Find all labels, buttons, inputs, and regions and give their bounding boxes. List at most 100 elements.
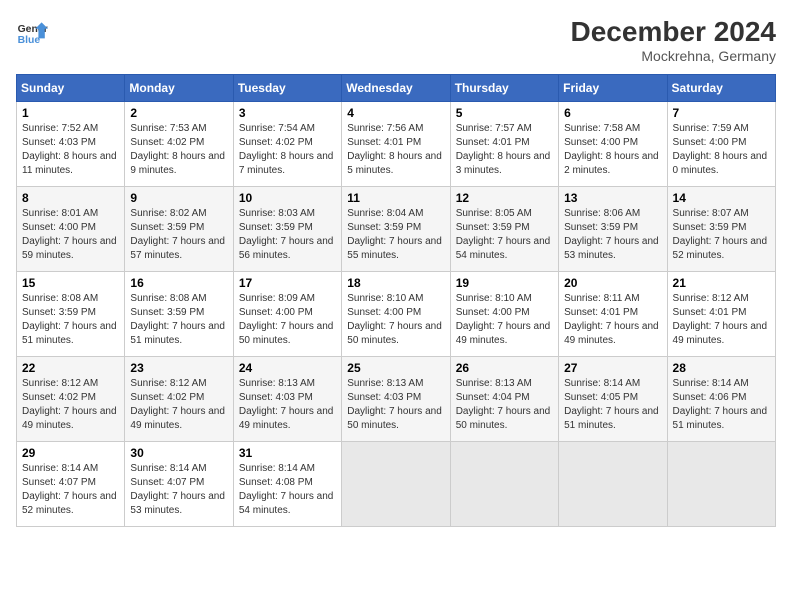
day-number: 13 [564, 191, 661, 205]
title-section: December 2024 Mockrehna, Germany [571, 16, 776, 64]
calendar-day-cell [342, 442, 450, 527]
day-info: Sunrise: 8:12 AMSunset: 4:02 PMDaylight:… [22, 378, 117, 431]
weekday-header-friday: Friday [559, 75, 667, 102]
day-number: 7 [673, 106, 770, 120]
day-number: 23 [130, 361, 227, 375]
day-info: Sunrise: 8:08 AMSunset: 3:59 PMDaylight:… [22, 293, 117, 346]
day-number: 27 [564, 361, 661, 375]
calendar-day-cell: 16 Sunrise: 8:08 AMSunset: 3:59 PMDaylig… [125, 272, 233, 357]
day-info: Sunrise: 8:14 AMSunset: 4:07 PMDaylight:… [22, 463, 117, 516]
day-number: 17 [239, 276, 336, 290]
day-number: 25 [347, 361, 444, 375]
day-info: Sunrise: 8:10 AMSunset: 4:00 PMDaylight:… [347, 293, 442, 346]
calendar-day-cell: 29 Sunrise: 8:14 AMSunset: 4:07 PMDaylig… [17, 442, 125, 527]
weekday-header-wednesday: Wednesday [342, 75, 450, 102]
day-info: Sunrise: 7:56 AMSunset: 4:01 PMDaylight:… [347, 123, 442, 176]
day-number: 6 [564, 106, 661, 120]
calendar-day-cell: 1 Sunrise: 7:52 AMSunset: 4:03 PMDayligh… [17, 102, 125, 187]
page-header: General Blue December 2024 Mockrehna, Ge… [16, 16, 776, 64]
calendar-day-cell [667, 442, 775, 527]
day-info: Sunrise: 8:03 AMSunset: 3:59 PMDaylight:… [239, 208, 334, 261]
logo-icon: General Blue [16, 16, 48, 48]
calendar-week-row: 15 Sunrise: 8:08 AMSunset: 3:59 PMDaylig… [17, 272, 776, 357]
day-info: Sunrise: 8:14 AMSunset: 4:05 PMDaylight:… [564, 378, 659, 431]
day-info: Sunrise: 8:11 AMSunset: 4:01 PMDaylight:… [564, 293, 659, 346]
calendar-day-cell: 5 Sunrise: 7:57 AMSunset: 4:01 PMDayligh… [450, 102, 558, 187]
calendar-day-cell: 27 Sunrise: 8:14 AMSunset: 4:05 PMDaylig… [559, 357, 667, 442]
calendar-day-cell: 2 Sunrise: 7:53 AMSunset: 4:02 PMDayligh… [125, 102, 233, 187]
day-info: Sunrise: 8:05 AMSunset: 3:59 PMDaylight:… [456, 208, 551, 261]
day-number: 21 [673, 276, 770, 290]
day-number: 29 [22, 446, 119, 460]
day-number: 24 [239, 361, 336, 375]
calendar-day-cell: 30 Sunrise: 8:14 AMSunset: 4:07 PMDaylig… [125, 442, 233, 527]
calendar-day-cell: 23 Sunrise: 8:12 AMSunset: 4:02 PMDaylig… [125, 357, 233, 442]
calendar-day-cell: 10 Sunrise: 8:03 AMSunset: 3:59 PMDaylig… [233, 187, 341, 272]
day-number: 18 [347, 276, 444, 290]
month-year-title: December 2024 [571, 16, 776, 48]
day-info: Sunrise: 8:14 AMSunset: 4:08 PMDaylight:… [239, 463, 334, 516]
day-info: Sunrise: 7:53 AMSunset: 4:02 PMDaylight:… [130, 123, 225, 176]
calendar-day-cell: 24 Sunrise: 8:13 AMSunset: 4:03 PMDaylig… [233, 357, 341, 442]
day-info: Sunrise: 7:52 AMSunset: 4:03 PMDaylight:… [22, 123, 117, 176]
day-number: 12 [456, 191, 553, 205]
day-info: Sunrise: 8:04 AMSunset: 3:59 PMDaylight:… [347, 208, 442, 261]
day-number: 20 [564, 276, 661, 290]
calendar-day-cell: 6 Sunrise: 7:58 AMSunset: 4:00 PMDayligh… [559, 102, 667, 187]
calendar-day-cell: 14 Sunrise: 8:07 AMSunset: 3:59 PMDaylig… [667, 187, 775, 272]
calendar-week-row: 29 Sunrise: 8:14 AMSunset: 4:07 PMDaylig… [17, 442, 776, 527]
svg-text:Blue: Blue [18, 35, 41, 46]
calendar-day-cell: 3 Sunrise: 7:54 AMSunset: 4:02 PMDayligh… [233, 102, 341, 187]
day-number: 2 [130, 106, 227, 120]
day-number: 31 [239, 446, 336, 460]
day-number: 4 [347, 106, 444, 120]
day-number: 1 [22, 106, 119, 120]
weekday-header-tuesday: Tuesday [233, 75, 341, 102]
calendar-day-cell: 13 Sunrise: 8:06 AMSunset: 3:59 PMDaylig… [559, 187, 667, 272]
day-number: 22 [22, 361, 119, 375]
day-number: 15 [22, 276, 119, 290]
day-info: Sunrise: 8:01 AMSunset: 4:00 PMDaylight:… [22, 208, 117, 261]
calendar-day-cell: 11 Sunrise: 8:04 AMSunset: 3:59 PMDaylig… [342, 187, 450, 272]
weekday-header-row: SundayMondayTuesdayWednesdayThursdayFrid… [17, 75, 776, 102]
calendar-day-cell: 9 Sunrise: 8:02 AMSunset: 3:59 PMDayligh… [125, 187, 233, 272]
day-number: 19 [456, 276, 553, 290]
day-info: Sunrise: 7:57 AMSunset: 4:01 PMDaylight:… [456, 123, 551, 176]
calendar-table: SundayMondayTuesdayWednesdayThursdayFrid… [16, 74, 776, 527]
day-number: 26 [456, 361, 553, 375]
day-info: Sunrise: 8:10 AMSunset: 4:00 PMDaylight:… [456, 293, 551, 346]
calendar-week-row: 8 Sunrise: 8:01 AMSunset: 4:00 PMDayligh… [17, 187, 776, 272]
calendar-day-cell: 4 Sunrise: 7:56 AMSunset: 4:01 PMDayligh… [342, 102, 450, 187]
calendar-day-cell: 28 Sunrise: 8:14 AMSunset: 4:06 PMDaylig… [667, 357, 775, 442]
day-info: Sunrise: 8:13 AMSunset: 4:04 PMDaylight:… [456, 378, 551, 431]
day-info: Sunrise: 8:13 AMSunset: 4:03 PMDaylight:… [347, 378, 442, 431]
calendar-day-cell [450, 442, 558, 527]
day-number: 8 [22, 191, 119, 205]
day-info: Sunrise: 8:13 AMSunset: 4:03 PMDaylight:… [239, 378, 334, 431]
day-info: Sunrise: 8:07 AMSunset: 3:59 PMDaylight:… [673, 208, 768, 261]
day-number: 5 [456, 106, 553, 120]
day-info: Sunrise: 8:09 AMSunset: 4:00 PMDaylight:… [239, 293, 334, 346]
day-info: Sunrise: 7:59 AMSunset: 4:00 PMDaylight:… [673, 123, 768, 176]
calendar-day-cell: 25 Sunrise: 8:13 AMSunset: 4:03 PMDaylig… [342, 357, 450, 442]
day-info: Sunrise: 7:58 AMSunset: 4:00 PMDaylight:… [564, 123, 659, 176]
calendar-day-cell: 20 Sunrise: 8:11 AMSunset: 4:01 PMDaylig… [559, 272, 667, 357]
calendar-day-cell [559, 442, 667, 527]
calendar-day-cell: 26 Sunrise: 8:13 AMSunset: 4:04 PMDaylig… [450, 357, 558, 442]
day-number: 10 [239, 191, 336, 205]
logo: General Blue [16, 16, 48, 48]
calendar-day-cell: 7 Sunrise: 7:59 AMSunset: 4:00 PMDayligh… [667, 102, 775, 187]
calendar-day-cell: 31 Sunrise: 8:14 AMSunset: 4:08 PMDaylig… [233, 442, 341, 527]
calendar-week-row: 22 Sunrise: 8:12 AMSunset: 4:02 PMDaylig… [17, 357, 776, 442]
weekday-header-sunday: Sunday [17, 75, 125, 102]
calendar-day-cell: 12 Sunrise: 8:05 AMSunset: 3:59 PMDaylig… [450, 187, 558, 272]
calendar-day-cell: 18 Sunrise: 8:10 AMSunset: 4:00 PMDaylig… [342, 272, 450, 357]
calendar-day-cell: 19 Sunrise: 8:10 AMSunset: 4:00 PMDaylig… [450, 272, 558, 357]
day-number: 11 [347, 191, 444, 205]
day-info: Sunrise: 8:14 AMSunset: 4:06 PMDaylight:… [673, 378, 768, 431]
day-info: Sunrise: 8:08 AMSunset: 3:59 PMDaylight:… [130, 293, 225, 346]
day-info: Sunrise: 7:54 AMSunset: 4:02 PMDaylight:… [239, 123, 334, 176]
day-number: 9 [130, 191, 227, 205]
day-info: Sunrise: 8:06 AMSunset: 3:59 PMDaylight:… [564, 208, 659, 261]
day-info: Sunrise: 8:02 AMSunset: 3:59 PMDaylight:… [130, 208, 225, 261]
